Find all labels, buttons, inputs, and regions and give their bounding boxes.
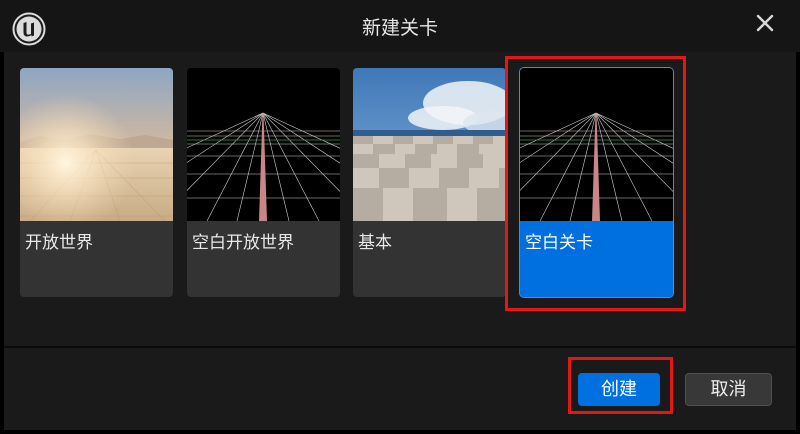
new-level-dialog: 新建关卡 开放世界 空白开放世界 基本 空白关卡 创建 取消 (0, 0, 800, 434)
template-card-basic[interactable]: 基本 (353, 68, 506, 297)
template-label: 空白关卡 (525, 233, 593, 253)
title-bar: 新建关卡 (0, 0, 800, 52)
footer-bar (4, 348, 796, 430)
template-card-empty-open-world[interactable]: 空白开放世界 (187, 68, 340, 297)
template-card-open-world[interactable]: 开放世界 (20, 68, 173, 297)
desert-sunset-thumbnail (20, 68, 173, 221)
dialog-title: 新建关卡 (361, 17, 438, 39)
checker-floor-thumbnail (353, 68, 506, 221)
wireframe-grid-thumbnail (520, 68, 673, 221)
wireframe-grid-thumbnail (187, 68, 340, 221)
template-label: 空白开放世界 (192, 233, 294, 253)
cancel-button[interactable]: 取消 (685, 373, 772, 406)
template-card-empty-level[interactable]: 空白关卡 (519, 67, 674, 298)
template-label: 开放世界 (25, 233, 93, 253)
close-icon[interactable] (752, 10, 778, 36)
template-label: 基本 (358, 233, 392, 253)
create-button[interactable]: 创建 (578, 373, 660, 406)
